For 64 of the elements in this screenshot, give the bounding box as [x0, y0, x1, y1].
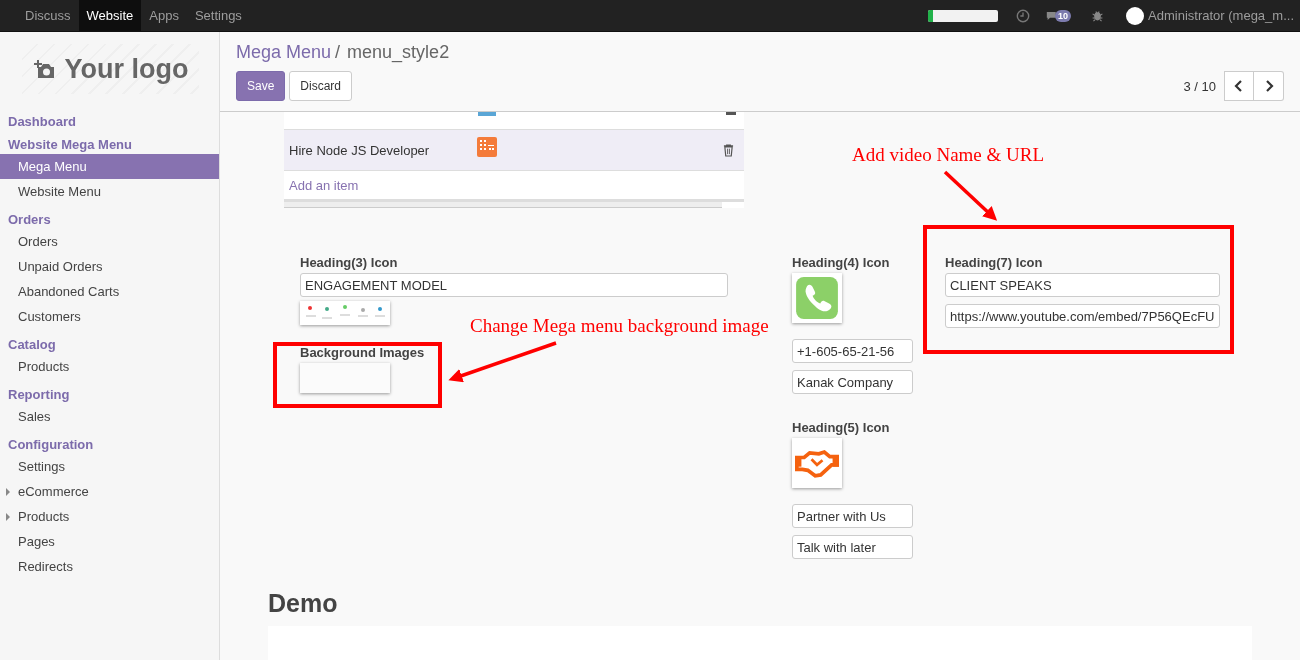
add-item-link[interactable]: Add an item	[289, 177, 359, 193]
breadcrumb-link[interactable]: Mega Menu	[236, 42, 332, 63]
bug-icon[interactable]	[1091, 9, 1105, 22]
input-field[interactable]: Kanak Company	[792, 370, 913, 394]
list-row[interactable]: Hire Node JS Developer	[284, 130, 744, 171]
clock-icon[interactable]	[1016, 8, 1031, 23]
top-menu-item[interactable]: Website	[78, 0, 142, 31]
next-button[interactable]	[1254, 71, 1284, 101]
sidebar-item[interactable]: Customers	[0, 304, 219, 329]
chat-count-badge: 10	[1055, 9, 1072, 22]
input-field[interactable]: CLIENT SPEAKS	[945, 273, 1220, 297]
camera-icon	[32, 59, 57, 79]
sidebar-section-title[interactable]: Orders	[0, 204, 219, 229]
sidebar-item[interactable]: Website Menu	[0, 179, 219, 204]
diagram-thumbnail[interactable]	[300, 301, 390, 325]
trash-icon[interactable]	[723, 143, 734, 157]
sidebar-item[interactable]: Sales	[0, 404, 219, 429]
input-field[interactable]: +1-605-65-21-56	[792, 339, 913, 363]
input-field[interactable]: ENGAGEMENT MODEL	[300, 273, 728, 297]
chevron-left-icon	[1234, 80, 1244, 92]
field-label: Heading(7) Icon	[945, 255, 1044, 272]
discard-button[interactable]: Discard	[289, 71, 353, 101]
top-menu-item[interactable]: Settings	[186, 0, 250, 31]
section-title: Demo	[268, 589, 339, 618]
top-menu-item[interactable]: Apps	[141, 0, 187, 31]
field-label: Heading(3) Icon	[300, 255, 399, 272]
annotation-arrow	[943, 170, 998, 221]
sidebar-item[interactable]: eCommerce	[0, 479, 219, 504]
input-field[interactable]: https://www.youtube.com/embed/7P56QEcFU	[945, 304, 1220, 328]
avatar-icon[interactable]	[1126, 6, 1145, 25]
sidebar-item[interactable]: Abandoned Carts	[0, 279, 219, 304]
sidebar-item[interactable]: Products	[0, 354, 219, 379]
annotation-text: Change Mega menu background image	[470, 315, 769, 337]
sidebar-item[interactable]: Pages	[0, 529, 219, 554]
breadcrumb-separator: /	[335, 42, 341, 63]
input-field[interactable]: Partner with Us	[792, 504, 913, 528]
chevron-right-icon	[1263, 80, 1274, 92]
sidebar-section-title[interactable]: Dashboard	[0, 106, 219, 129]
sidebar-item[interactable]: Mega Menu	[0, 154, 219, 179]
logo[interactable]: Your logo	[22, 44, 199, 94]
sidebar-item[interactable]: Products	[0, 504, 219, 529]
sidebar-item[interactable]: Unpaid Orders	[0, 254, 219, 279]
sidebar-section-title[interactable]: Website Mega Menu	[0, 129, 219, 154]
building-icon	[477, 137, 497, 157]
sidebar-item[interactable]: Settings	[0, 454, 219, 479]
breadcrumb-current: menu_style2	[347, 42, 450, 63]
save-button[interactable]: Save	[236, 71, 286, 101]
handshake-icon[interactable]	[792, 438, 842, 488]
sidebar-item[interactable]: Redirects	[0, 554, 219, 579]
pager-value: 3 / 10	[1183, 78, 1216, 94]
sidebar-item[interactable]: Orders	[0, 229, 219, 254]
row-name: Hire Node JS Developer	[289, 142, 431, 158]
previous-button[interactable]	[1224, 71, 1254, 101]
field-label: Heading(5) Icon	[792, 420, 891, 437]
sidebar-section-title[interactable]: Catalog	[0, 329, 219, 354]
sidebar-section-title[interactable]: Configuration	[0, 429, 219, 454]
user-name[interactable]: Administrator (mega_m...	[1148, 8, 1294, 23]
sidebar-section-title[interactable]: Reporting	[0, 379, 219, 404]
input-field[interactable]: Talk with later	[792, 535, 913, 559]
top-menu-item[interactable]: Discuss	[17, 0, 79, 31]
annotation-text: Add video Name & URL	[852, 144, 1045, 166]
field-label: Background Images	[300, 345, 426, 362]
field-label: Heading(4) Icon	[792, 255, 891, 272]
image-icon	[478, 112, 496, 116]
